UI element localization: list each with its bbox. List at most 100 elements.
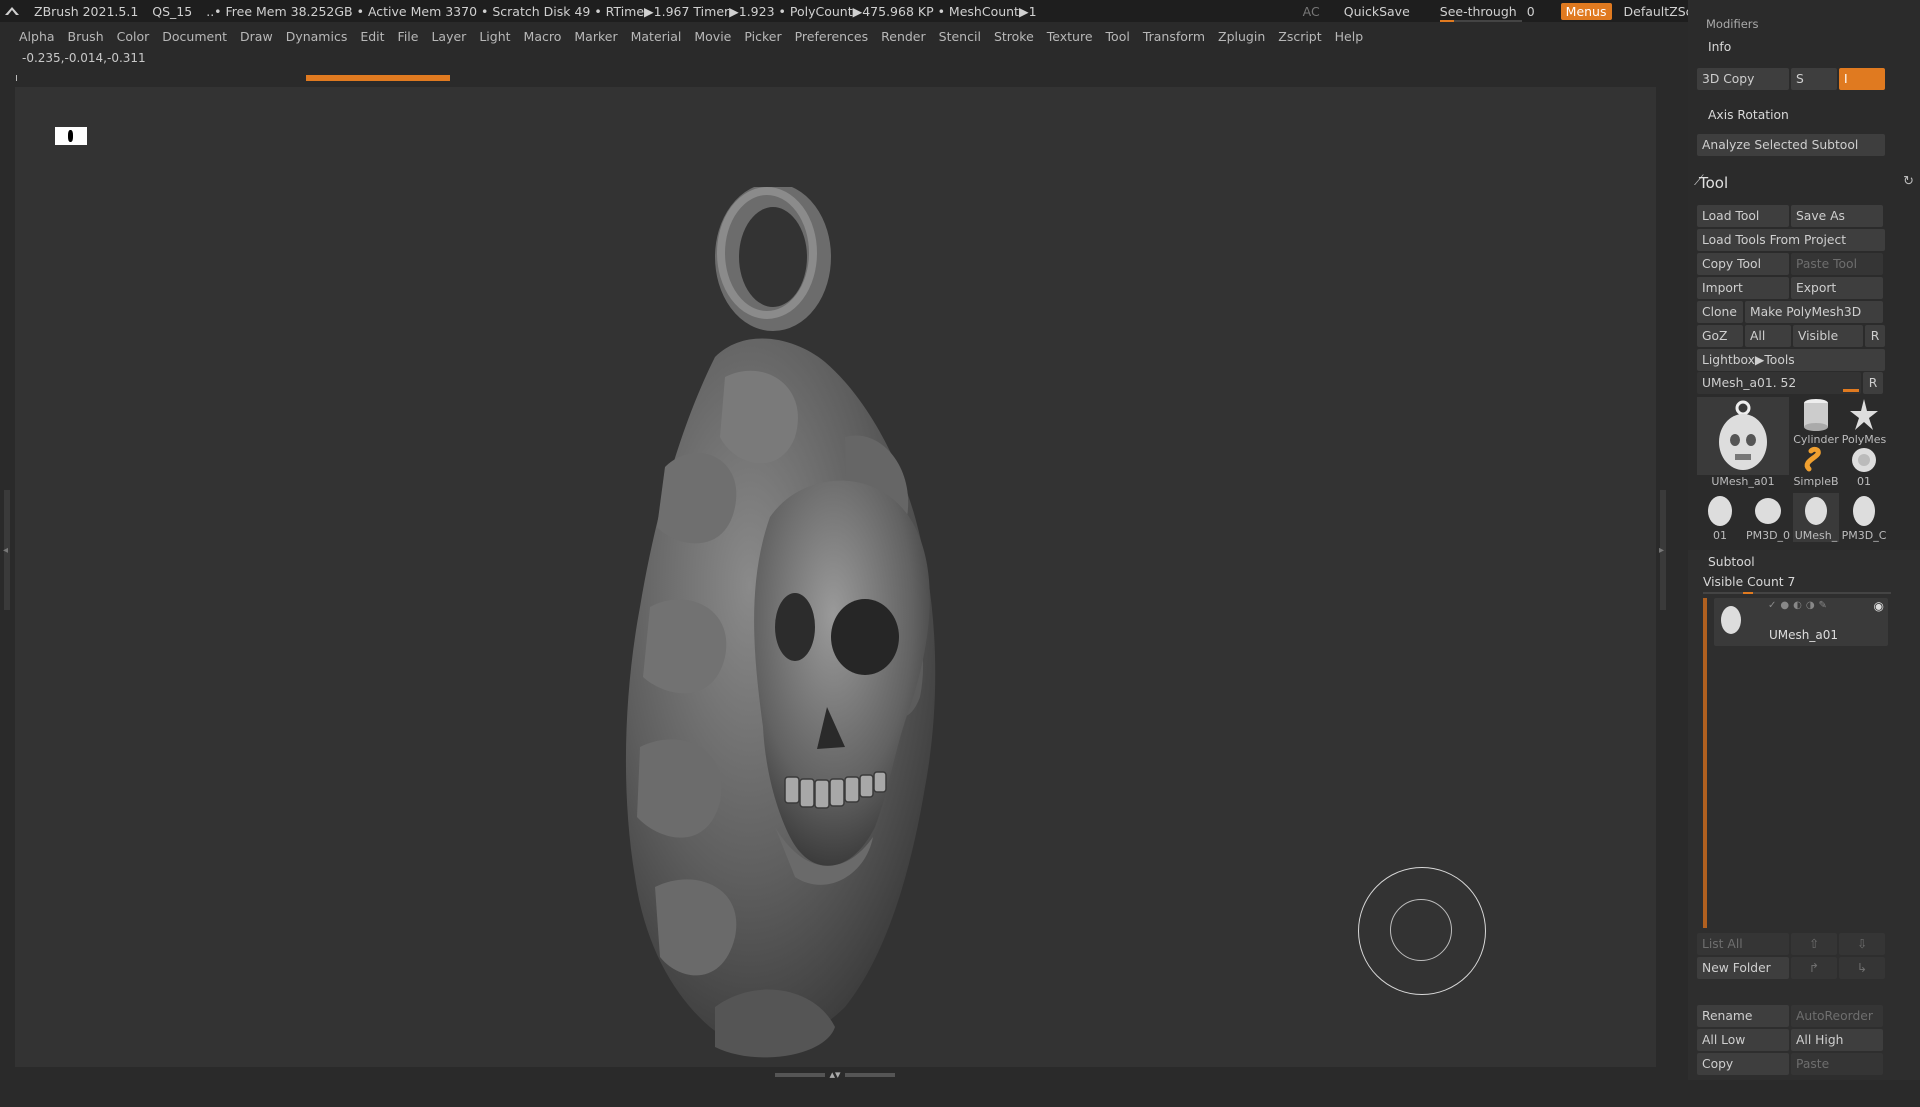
thumb-label-01-bottom: 01 (1713, 529, 1727, 542)
menu-item-preferences[interactable]: Preferences (790, 29, 877, 44)
tool-palette-header[interactable]: ⟋ Tool ↻ (1688, 172, 1920, 194)
tool-thumb-pm3d-c[interactable]: PM3D_C (1841, 493, 1887, 542)
menu-item-texture[interactable]: Texture (1042, 29, 1101, 44)
menu-item-picker[interactable]: Picker (739, 29, 789, 44)
tool-thumb-polymesh[interactable]: PolyMes (1841, 397, 1887, 446)
see-through-value: 0 (1526, 3, 1535, 19)
quicksave-button[interactable]: QuickSave (1344, 4, 1410, 19)
menu-item-document[interactable]: Document (157, 29, 235, 44)
menu-item-layer[interactable]: Layer (426, 29, 474, 44)
info-label[interactable]: Info (1708, 40, 1731, 54)
modifiers-label[interactable]: Modifiers (1706, 17, 1759, 31)
tool-thumb-cylinder[interactable]: Cylinder (1793, 397, 1839, 446)
reset-icon[interactable]: ↻ (1903, 174, 1914, 189)
copy-value-field[interactable]: I (1839, 68, 1885, 90)
menu-item-stroke[interactable]: Stroke (989, 29, 1042, 44)
tool-thumb-main[interactable]: UMesh_a01 (1697, 397, 1789, 488)
goz-visible-button[interactable]: Visible (1793, 325, 1863, 347)
bottom-tray-handle[interactable]: ▴▾ (770, 1068, 900, 1081)
export-button[interactable]: Export (1791, 277, 1883, 299)
subtool-item[interactable]: ✓●◐◑✎ ◉ UMesh_a01 (1714, 598, 1888, 646)
menus-button[interactable]: Menus (1560, 2, 1612, 20)
all-low-button[interactable]: All Low (1697, 1029, 1789, 1051)
app-version: ZBrush 2021.5.1 (34, 3, 139, 19)
document-canvas[interactable] (14, 86, 1657, 1068)
current-tool-slider-knob (1843, 389, 1859, 392)
cylinder-icon (1804, 399, 1828, 431)
skull-pendant-model (625, 187, 936, 1058)
menu-item-dynamics[interactable]: Dynamics (281, 29, 356, 44)
tool-thumb-pm3d[interactable]: PM3D_0 (1745, 493, 1791, 542)
menu-item-edit[interactable]: Edit (355, 29, 392, 44)
menu-item-help[interactable]: Help (1330, 29, 1372, 44)
visible-count-slider[interactable]: Visible Count 7 (1703, 575, 1795, 589)
folder-move-up-icon[interactable]: ↱ (1791, 957, 1837, 979)
make-polymesh-button[interactable]: Make PolyMesh3D (1745, 301, 1883, 323)
paste-tool-button[interactable]: Paste Tool (1791, 253, 1883, 275)
analyze-subtool-button[interactable]: Analyze Selected Subtool (1697, 134, 1885, 156)
save-as-button[interactable]: Save As (1791, 205, 1883, 227)
menu-item-transform[interactable]: Transform (1138, 29, 1213, 44)
current-tool-slider[interactable]: UMesh_a01. 52 (1697, 372, 1861, 394)
tool-r-button[interactable]: R (1863, 372, 1883, 394)
subtool-scrollbar[interactable] (1703, 598, 1707, 928)
paste-subtool-button[interactable]: Paste (1791, 1053, 1883, 1075)
tool-thumb-01-top[interactable]: 01 (1841, 445, 1887, 488)
axis-rotation-label[interactable]: Axis Rotation (1708, 108, 1789, 122)
see-through-slider[interactable]: See-through 0 (1436, 3, 1539, 22)
clone-button[interactable]: Clone (1697, 301, 1743, 323)
left-tray-arrow-icon[interactable]: ◂ (3, 545, 8, 556)
thumb-label-01-top: 01 (1857, 475, 1871, 488)
star-polymesh-icon (1850, 399, 1878, 430)
load-tool-button[interactable]: Load Tool (1697, 205, 1789, 227)
thumb-label-main: UMesh_a01 (1711, 475, 1775, 488)
progress-fill (306, 75, 450, 81)
memory-stats: ..• Free Mem 38.252GB • Active Mem 3370 … (206, 3, 1037, 19)
menu-item-tool[interactable]: Tool (1101, 29, 1138, 44)
import-button[interactable]: Import (1697, 277, 1789, 299)
goz-all-button[interactable]: All (1745, 325, 1791, 347)
s-button[interactable]: S (1791, 68, 1837, 90)
tool-thumb-01-bottom[interactable]: 01 (1697, 493, 1743, 542)
right-tray-arrow-icon[interactable]: ▸ (1659, 545, 1664, 556)
ac-button[interactable]: AC (1303, 4, 1320, 19)
menu-item-marker[interactable]: Marker (569, 29, 625, 44)
menu-item-brush[interactable]: Brush (63, 29, 112, 44)
goz-r-button[interactable]: R (1865, 325, 1885, 347)
menu-item-zscript[interactable]: Zscript (1273, 29, 1329, 44)
subtool-label[interactable]: Subtool (1708, 555, 1755, 569)
title-bar: ZBrush 2021.5.1 QS_15 ..• Free Mem 38.25… (0, 0, 1920, 22)
list-all-button[interactable]: List All (1697, 933, 1789, 955)
autoreorder-button[interactable]: AutoReorder (1791, 1005, 1883, 1027)
menu-item-stencil[interactable]: Stencil (934, 29, 989, 44)
menu-item-zplugin[interactable]: Zplugin (1213, 29, 1273, 44)
rename-button[interactable]: Rename (1697, 1005, 1789, 1027)
menu-item-draw[interactable]: Draw (235, 29, 281, 44)
subtool-thumbnail-icon (1721, 606, 1741, 634)
load-tools-from-project-button[interactable]: Load Tools From Project (1697, 229, 1885, 251)
goz-button[interactable]: GoZ (1697, 325, 1743, 347)
menu-item-color[interactable]: Color (112, 29, 158, 44)
new-folder-button[interactable]: New Folder (1697, 957, 1789, 979)
tool-thumb-umesh[interactable]: UMesh_ (1793, 493, 1839, 542)
menu-item-alpha[interactable]: Alpha (14, 29, 63, 44)
move-up-button[interactable]: ⇧ (1791, 933, 1837, 955)
progress-bar (14, 75, 1654, 81)
folder-move-down-icon[interactable]: ↳ (1839, 957, 1885, 979)
all-high-button[interactable]: All High (1791, 1029, 1883, 1051)
3d-copy-button[interactable]: 3D Copy (1697, 68, 1789, 90)
menu-item-movie[interactable]: Movie (689, 29, 739, 44)
menu-item-macro[interactable]: Macro (519, 29, 570, 44)
navigation-gizmo[interactable] (1358, 867, 1486, 995)
subtool-visibility-icon[interactable]: ◉ (1874, 599, 1884, 613)
copy-tool-button[interactable]: Copy Tool (1697, 253, 1789, 275)
visible-count-track (1703, 592, 1891, 594)
move-down-button[interactable]: ⇩ (1839, 933, 1885, 955)
menu-item-light[interactable]: Light (474, 29, 518, 44)
lightbox-tools-button[interactable]: Lightbox▶Tools (1697, 349, 1885, 371)
menu-item-render[interactable]: Render (876, 29, 934, 44)
menu-item-material[interactable]: Material (626, 29, 690, 44)
menu-item-file[interactable]: File (393, 29, 427, 44)
copy-subtool-button[interactable]: Copy (1697, 1053, 1789, 1075)
tool-thumb-simpleb[interactable]: SimpleB (1793, 445, 1839, 488)
